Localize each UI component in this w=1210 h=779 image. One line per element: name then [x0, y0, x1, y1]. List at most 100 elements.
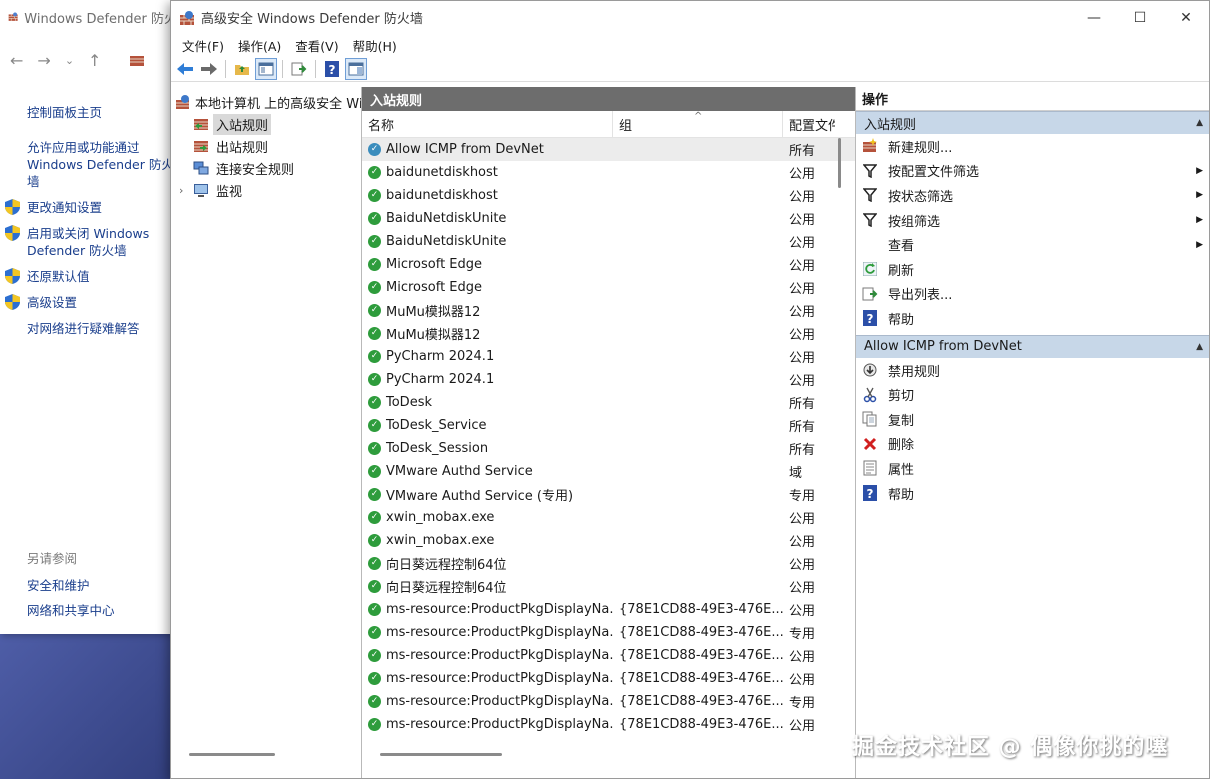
- rule-row[interactable]: ✓ 向日葵远程控制64位 公用: [362, 552, 855, 575]
- rule-row[interactable]: ✓ MuMu模拟器12 公用: [362, 322, 855, 345]
- rule-row[interactable]: ✓ baidunetdiskhost 公用: [362, 161, 855, 184]
- rule-name: ms-resource:ProductPkgDisplayNa...: [386, 694, 613, 709]
- rule-name: xwin_mobax.exe: [386, 510, 495, 525]
- firewall-app-icon: [180, 10, 194, 25]
- back-button[interactable]: [174, 58, 196, 80]
- link-control-panel-home[interactable]: 控制面板主页: [27, 104, 177, 121]
- tree-item-inbound-rules[interactable]: 入站规则: [171, 113, 361, 135]
- link-network-sharing-center[interactable]: 网络和共享中心: [27, 602, 115, 619]
- action-rule-0[interactable]: 禁用规则: [856, 358, 1209, 383]
- chevron-down-icon[interactable]: ⌄: [65, 54, 74, 67]
- enabled-check-icon: ✓: [368, 465, 381, 478]
- up-arrow-icon[interactable]: ↑: [88, 51, 101, 70]
- rule-name-cell: ✓ BaiduNetdiskUnite: [362, 234, 613, 249]
- rule-row[interactable]: ✓ ms-resource:ProductPkgDisplayNa... {78E1…: [362, 644, 855, 667]
- rule-row[interactable]: ✓ ToDesk_Service 所有: [362, 414, 855, 437]
- folder-up-icon: [235, 64, 249, 75]
- action-rule-3[interactable]: 删除: [856, 432, 1209, 457]
- rule-row[interactable]: ✓ xwin_mobax.exe 公用: [362, 529, 855, 552]
- action-rule-2[interactable]: 复制: [856, 407, 1209, 432]
- actions-section-inbound[interactable]: 入站规则 ▲: [856, 111, 1209, 134]
- forward-button[interactable]: [198, 58, 220, 80]
- rule-row[interactable]: ✓ MuMu模拟器12 公用: [362, 299, 855, 322]
- tree-root-node[interactable]: 本地计算机 上的高级安全 Windows Defender 防火墙: [171, 91, 361, 113]
- filter-icon: [862, 212, 878, 228]
- tree-horizontal-scrollbar[interactable]: [189, 753, 275, 756]
- expand-chevron-icon[interactable]: ›: [179, 184, 191, 197]
- menu-help[interactable]: 帮助(H): [346, 36, 404, 55]
- action-inbound-1[interactable]: 按配置文件筛选 ▶: [856, 159, 1209, 184]
- rule-row[interactable]: ✓ BaiduNetdiskUnite 公用: [362, 230, 855, 253]
- rule-name: VMware Authd Service: [386, 464, 533, 479]
- rule-row[interactable]: ✓ ms-resource:ProductPkgDisplayNa... {78E1…: [362, 690, 855, 713]
- rule-row[interactable]: ✓ Allow ICMP from DevNet 所有: [362, 138, 855, 161]
- collapse-triangle-icon[interactable]: ▲: [1196, 342, 1203, 352]
- rule-profile-cell: 公用: [789, 236, 816, 251]
- rule-row[interactable]: ✓ VMware Authd Service (专用) 专用: [362, 483, 855, 506]
- action-rule-1[interactable]: 剪切: [856, 382, 1209, 407]
- action-inbound-6[interactable]: 导出列表...: [856, 282, 1209, 307]
- link-allow-apps[interactable]: 允许应用或功能通过 Windows Defender 防火墙: [27, 139, 177, 190]
- uac-shield-icon: [5, 268, 20, 284]
- rule-row[interactable]: ✓ ToDesk_Session 所有: [362, 437, 855, 460]
- action-rule-4[interactable]: 属性: [856, 456, 1209, 481]
- enabled-check-icon: ✓: [368, 304, 381, 317]
- list-vertical-scrollbar[interactable]: [838, 138, 841, 188]
- collapse-triangle-icon[interactable]: ▲: [1196, 118, 1203, 128]
- rule-row[interactable]: ✓ PyCharm 2024.1 公用: [362, 345, 855, 368]
- show-hide-tree-button[interactable]: [255, 57, 277, 80]
- rule-row[interactable]: ✓ ms-resource:ProductPkgDisplayNa... {78E1…: [362, 713, 855, 736]
- forward-arrow-icon[interactable]: →: [37, 51, 50, 70]
- export-list-button[interactable]: [288, 58, 310, 80]
- tree-item-outbound-rules[interactable]: 出站规则: [171, 135, 361, 157]
- tree-item-connection-security[interactable]: 连接安全规则: [171, 157, 361, 179]
- link-security-maintenance[interactable]: 安全和维护: [27, 577, 115, 594]
- uac-shield-icon: [5, 199, 20, 215]
- rule-row[interactable]: ✓ Microsoft Edge 公用: [362, 276, 855, 299]
- rule-row[interactable]: ✓ xwin_mobax.exe 公用: [362, 506, 855, 529]
- rule-row[interactable]: ✓ Microsoft Edge 公用: [362, 253, 855, 276]
- action-inbound-7[interactable]: ? 帮助: [856, 306, 1209, 331]
- action-inbound-4[interactable]: 查看 ▶: [856, 232, 1209, 257]
- link-toggle-firewall[interactable]: 启用或关闭 Windows Defender 防火墙: [5, 225, 167, 259]
- action-inbound-2[interactable]: 按状态筛选 ▶: [856, 183, 1209, 208]
- menu-view[interactable]: 查看(V): [288, 36, 345, 55]
- list-horizontal-scrollbar[interactable]: [380, 753, 502, 756]
- rule-row[interactable]: ✓ BaiduNetdiskUnite 公用: [362, 207, 855, 230]
- column-headers: 名称 组 配置文件 ^: [362, 110, 855, 138]
- column-header-profile[interactable]: 配置文件: [783, 111, 835, 138]
- menu-file[interactable]: 文件(F): [175, 36, 231, 55]
- enabled-check-icon: ✓: [368, 511, 381, 524]
- close-button[interactable]: ✕: [1163, 1, 1209, 34]
- maximize-button[interactable]: ☐: [1117, 1, 1163, 34]
- column-header-name[interactable]: 名称: [362, 110, 613, 138]
- toolbar: ?: [171, 56, 1209, 82]
- rule-row[interactable]: ✓ ms-resource:ProductPkgDisplayNa... {78E1…: [362, 667, 855, 690]
- action-inbound-5[interactable]: 刷新: [856, 257, 1209, 282]
- rule-row[interactable]: ✓ VMware Authd Service 域: [362, 460, 855, 483]
- rule-row[interactable]: ✓ ms-resource:ProductPkgDisplayNa... {78E1…: [362, 621, 855, 644]
- link-troubleshoot[interactable]: 对网络进行疑难解答: [27, 320, 177, 337]
- menu-action[interactable]: 操作(A): [231, 36, 288, 55]
- help-button[interactable]: ?: [321, 58, 343, 80]
- rule-profile-cell: 所有: [789, 420, 816, 435]
- rule-profile-cell: 公用: [789, 213, 816, 228]
- back-arrow-icon[interactable]: ←: [10, 51, 23, 70]
- rule-row[interactable]: ✓ ms-resource:ProductPkgDisplayNa... {78E1…: [362, 598, 855, 621]
- action-inbound-3[interactable]: 按组筛选 ▶: [856, 208, 1209, 233]
- rule-row[interactable]: ✓ ToDesk 所有: [362, 391, 855, 414]
- rule-row[interactable]: ✓ 向日葵远程控制64位 公用: [362, 575, 855, 598]
- rule-row[interactable]: ✓ PyCharm 2024.1 公用: [362, 368, 855, 391]
- link-restore-defaults[interactable]: 还原默认值: [5, 268, 177, 285]
- link-change-notifications[interactable]: 更改通知设置: [5, 199, 177, 216]
- up-folder-button[interactable]: [231, 58, 253, 80]
- action-inbound-0[interactable]: 新建规则...: [856, 134, 1209, 159]
- minimize-button[interactable]: —: [1071, 1, 1117, 34]
- link-advanced-settings[interactable]: 高级设置: [5, 294, 177, 311]
- rule-name: ToDesk_Service: [386, 418, 487, 433]
- show-hide-action-pane-button[interactable]: [345, 57, 367, 80]
- tree-item-monitoring[interactable]: › 监视: [171, 179, 361, 201]
- actions-section-selected-rule[interactable]: Allow ICMP from DevNet ▲: [856, 334, 1209, 358]
- action-rule-5[interactable]: ? 帮助: [856, 481, 1209, 506]
- rule-row[interactable]: ✓ baidunetdiskhost 公用: [362, 184, 855, 207]
